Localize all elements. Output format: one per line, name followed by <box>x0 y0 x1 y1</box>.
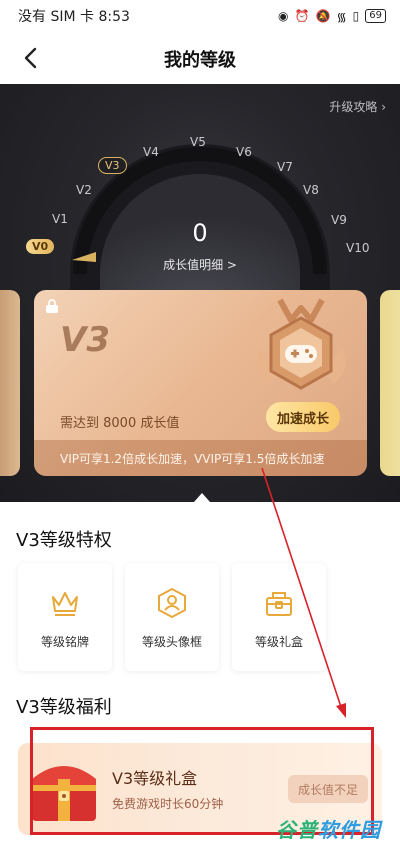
level-tick-v2: V2 <box>76 183 92 197</box>
next-level-card[interactable] <box>380 290 400 476</box>
watermark-logo: 谷普软件园 <box>276 814 381 843</box>
nav-bar: 我的等级 <box>0 32 400 84</box>
gift-box-icon <box>266 592 292 616</box>
speed-up-button[interactable]: 加速成长 <box>266 402 340 432</box>
alarm-icon: ⏰ <box>294 9 310 23</box>
requirement-text: 需达到 8000 成长值 <box>60 416 180 431</box>
level-arc <box>70 144 330 314</box>
privilege-label: 等级铭牌 <box>40 635 89 649</box>
level-tick-v5: V5 <box>190 135 206 149</box>
status-icons: ◉ ⏰ 🔕 ᯾ ▯ 69 <box>278 8 386 25</box>
lock-icon <box>46 299 58 313</box>
level-marker-v3: V3 <box>98 157 127 174</box>
status-left: 没有 SIM 卡 8:53 <box>18 6 130 26</box>
battery-icon: 69 <box>365 9 386 23</box>
level-tick-v7: V7 <box>277 160 293 174</box>
gift-subtitle: 免费游戏时长60分钟 <box>112 797 224 811</box>
vip-boost-note: VIP可享1.2倍成长加速，VVIP可享1.5倍成长加速 <box>34 440 367 476</box>
treasure-chest-icon <box>32 766 96 821</box>
level-tick-v6: V6 <box>236 145 252 159</box>
status-bar: 没有 SIM 卡 8:53 ◉ ⏰ 🔕 ᯾ ▯ 69 <box>0 0 400 32</box>
watermark-part2: 软件园 <box>318 818 381 842</box>
prev-level-card[interactable] <box>0 290 20 476</box>
avatar-frame-icon <box>158 587 186 619</box>
page-title: 我的等级 <box>164 50 236 71</box>
mute-icon: 🔕 <box>315 9 331 23</box>
watermark-part1: 谷普 <box>276 818 318 842</box>
card-level-name: V3 <box>60 320 110 360</box>
privilege-item-avatar-frame[interactable]: 等级头像框 <box>125 563 219 671</box>
level-hero: 升级攻略 › V0 V1 V2 V3 V4 V5 V6 V7 V8 V9 V10… <box>0 84 400 502</box>
sim-icon: ▯ <box>352 9 360 23</box>
level-tick-v8: V8 <box>303 183 319 197</box>
gift-title: V3等级礼盒 <box>112 769 198 788</box>
level-card[interactable]: V3 需达到 8000 成长值 加速成长 VIP可享1.2倍成长加速，VVIP可… <box>34 290 367 476</box>
privilege-item-gift-box[interactable]: 等级礼盒 <box>232 563 326 671</box>
privilege-label: 等级礼盒 <box>254 635 303 649</box>
growth-detail-link[interactable]: 成长值明细 > <box>0 256 400 273</box>
growth-value: 0 <box>192 219 208 247</box>
eye-icon: ◉ <box>278 9 289 23</box>
clock-text: 8:53 <box>98 9 130 25</box>
benefits-title: V3等级福利 <box>16 697 112 718</box>
wifi-icon: ᯾ <box>336 9 347 24</box>
crown-icon <box>52 592 78 616</box>
privilege-label: 等级头像框 <box>141 635 202 649</box>
insufficient-growth-button[interactable]: 成长值不足 <box>288 775 368 803</box>
card-pointer <box>194 493 210 502</box>
level-tick-v4: V4 <box>143 145 159 159</box>
privileges-title: V3等级特权 <box>16 530 112 551</box>
carrier-text: 没有 SIM 卡 <box>18 9 94 25</box>
privilege-item-nameplate[interactable]: 等级铭牌 <box>18 563 112 671</box>
game-controller-badge-icon <box>256 298 346 390</box>
